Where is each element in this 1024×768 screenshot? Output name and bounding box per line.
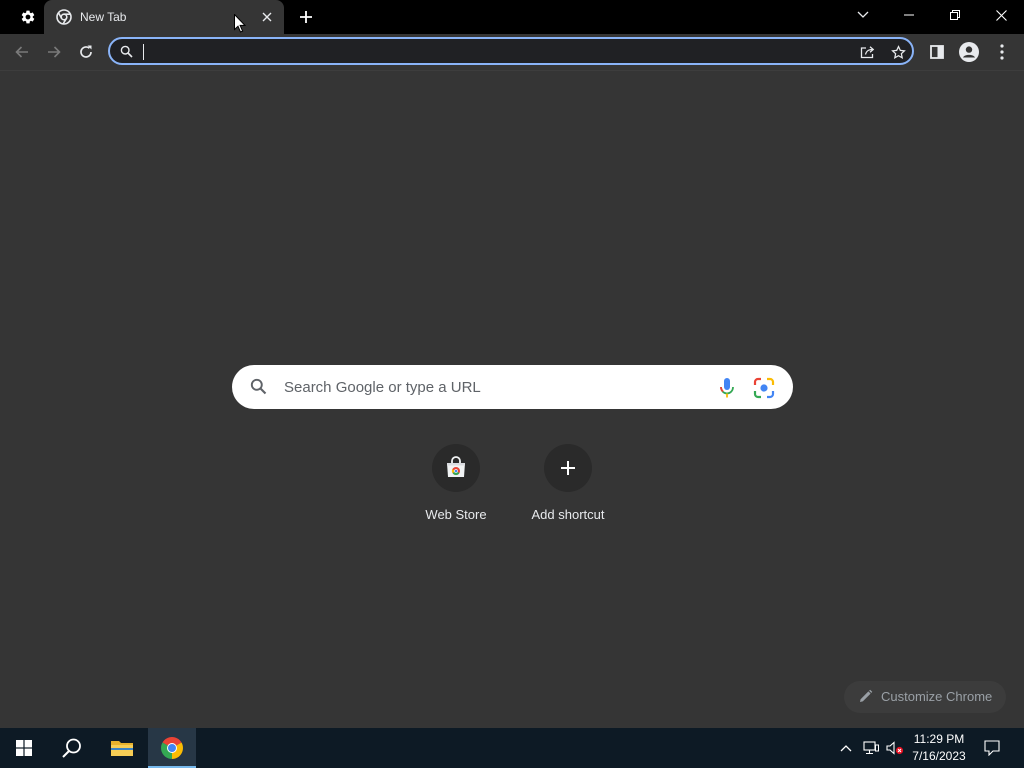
close-icon xyxy=(995,9,1007,21)
start-button[interactable] xyxy=(0,728,48,768)
voice-search-button[interactable] xyxy=(718,377,736,399)
bookmark-star-button[interactable] xyxy=(888,43,908,61)
show-hidden-icons-button[interactable] xyxy=(836,728,856,768)
new-tab-button[interactable] xyxy=(294,5,318,29)
arrow-right-icon xyxy=(48,46,61,58)
google-lens-button[interactable] xyxy=(753,377,775,399)
action-center-button[interactable] xyxy=(978,728,1006,768)
profile-button[interactable] xyxy=(954,37,984,67)
settings-gear-button[interactable] xyxy=(13,3,43,31)
side-panel-button[interactable] xyxy=(922,37,952,67)
minimize-icon xyxy=(904,14,914,16)
windows-logo-icon xyxy=(16,740,32,756)
shortcut-tile xyxy=(544,444,592,492)
menu-button[interactable] xyxy=(987,37,1017,67)
plus-icon xyxy=(561,461,575,475)
window-close-button[interactable] xyxy=(978,0,1024,30)
network-icon xyxy=(863,741,879,755)
side-panel-icon xyxy=(930,45,944,59)
close-icon xyxy=(262,12,272,22)
tab-new-tab[interactable]: New Tab xyxy=(44,0,284,34)
search-icon xyxy=(120,45,133,58)
ntp-search-placeholder: Search Google or type a URL xyxy=(284,379,481,396)
taskbar-chrome[interactable] xyxy=(148,728,196,768)
speaker-muted-icon xyxy=(886,741,904,755)
address-input[interactable] xyxy=(140,42,840,62)
reload-icon xyxy=(80,45,92,58)
back-button[interactable] xyxy=(7,37,37,67)
star-icon xyxy=(890,44,906,59)
share-button[interactable] xyxy=(858,43,878,61)
add-shortcut-button[interactable]: Add shortcut xyxy=(512,444,624,534)
restore-button[interactable] xyxy=(932,0,978,30)
volume-control[interactable] xyxy=(884,728,906,768)
clock-time: 11:29 PM xyxy=(913,732,965,746)
mouse-cursor-icon xyxy=(234,14,246,33)
clock-date: 7/16/2023 xyxy=(912,749,966,763)
shortcut-web-store[interactable]: Web Store xyxy=(400,444,512,534)
chevron-up-icon xyxy=(840,745,852,752)
pencil-icon xyxy=(858,689,873,704)
browser-toolbar xyxy=(0,34,1024,71)
ntp-search-box[interactable]: Search Google or type a URL xyxy=(232,365,793,409)
address-bar[interactable] xyxy=(108,37,914,65)
chevron-down-icon xyxy=(857,11,869,18)
lens-camera-icon xyxy=(753,377,775,399)
web-store-icon xyxy=(447,456,465,477)
gear-icon xyxy=(21,10,35,24)
shortcut-label: Web Store xyxy=(425,507,487,522)
system-clock[interactable]: 11:29 PM 7/16/2023 xyxy=(906,731,972,765)
folder-icon xyxy=(111,741,133,756)
taskbar-search-button[interactable] xyxy=(48,728,96,768)
reload-button[interactable] xyxy=(71,37,101,67)
minimize-button[interactable] xyxy=(886,0,932,30)
network-status[interactable] xyxy=(860,728,882,768)
customize-chrome-button[interactable]: Customize Chrome xyxy=(844,681,1006,713)
shortcut-label: Add shortcut xyxy=(531,507,605,522)
windows-taskbar: 11:29 PM 7/16/2023 xyxy=(0,728,1024,768)
tab-close-button[interactable] xyxy=(258,8,276,26)
arrow-left-icon xyxy=(15,46,28,58)
tab-search-button[interactable] xyxy=(852,4,874,26)
forward-button[interactable] xyxy=(39,37,69,67)
taskbar-file-explorer[interactable] xyxy=(98,728,146,768)
customize-chrome-label: Customize Chrome xyxy=(881,689,993,704)
notification-icon xyxy=(984,740,1000,756)
restore-icon xyxy=(950,10,960,20)
tab-strip: New Tab xyxy=(0,0,1024,34)
shortcut-tile xyxy=(432,444,480,492)
share-icon xyxy=(860,46,875,59)
search-icon xyxy=(62,738,81,758)
microphone-icon xyxy=(720,378,734,398)
avatar-icon xyxy=(959,42,979,62)
text-caret xyxy=(143,44,144,60)
plus-icon xyxy=(300,11,312,23)
tab-title: New Tab xyxy=(80,10,127,24)
chrome-favicon-icon xyxy=(56,9,72,25)
chrome-logo-icon xyxy=(161,737,183,759)
kebab-menu-icon xyxy=(1000,44,1004,60)
search-icon xyxy=(250,378,267,395)
